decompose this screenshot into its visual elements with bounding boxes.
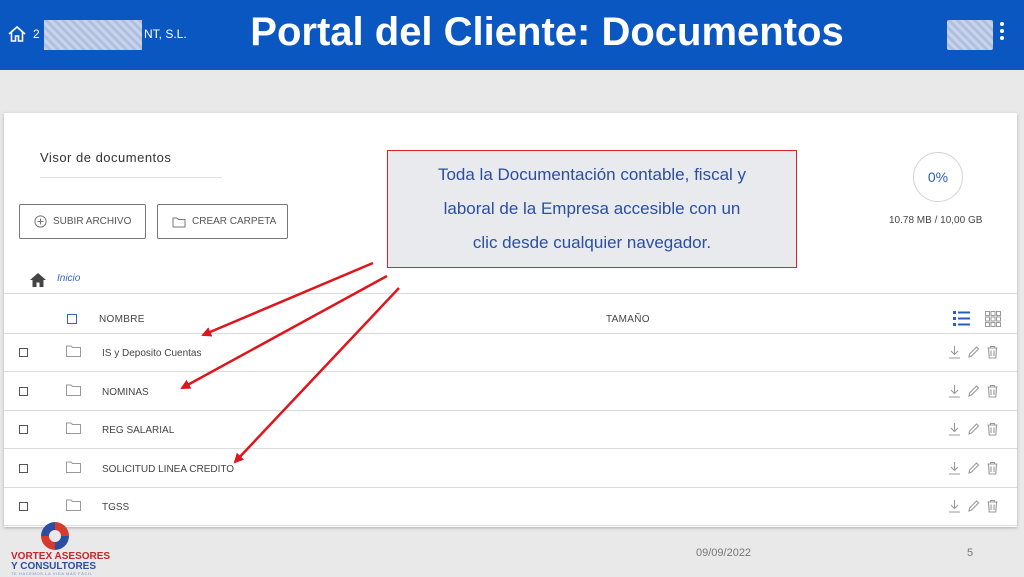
footer-date: 09/09/2022 — [696, 547, 752, 559]
table-row[interactable]: IS y Deposito Cuentas — [4, 334, 1017, 372]
list-view-icon[interactable] — [953, 310, 970, 327]
row-checkbox[interactable] — [19, 502, 28, 511]
callout-line-3: clic desde cualquier navegador. — [472, 233, 712, 252]
viewer-title: Visor de documentos — [40, 150, 172, 165]
create-folder-label: CREAR CARPETA — [192, 216, 277, 227]
download-icon[interactable] — [948, 345, 961, 359]
download-icon[interactable] — [948, 499, 961, 513]
table-row[interactable]: REG SALARIAL — [4, 411, 1017, 449]
folder-icon — [66, 499, 81, 511]
page-number: 5 — [967, 547, 974, 559]
folder-icon — [66, 384, 81, 396]
row-divider — [4, 525, 1017, 526]
upload-file-label: SUBIR ARCHIVO — [53, 216, 132, 227]
file-name[interactable]: SOLICITUD LINEA CREDITO — [102, 464, 234, 475]
upload-file-button[interactable]: SUBIR ARCHIVO — [19, 204, 146, 239]
edit-pencil-icon[interactable] — [967, 499, 980, 513]
column-header-name[interactable]: NOMBRE — [99, 314, 145, 325]
row-checkbox[interactable] — [19, 387, 28, 396]
kebab-menu-icon[interactable] — [999, 22, 1005, 42]
grid-view-icon[interactable] — [985, 311, 1001, 327]
breadcrumb-home-icon[interactable] — [29, 272, 47, 288]
folder-icon — [66, 461, 81, 473]
redacted-avatar[interactable] — [947, 20, 993, 50]
trash-icon[interactable] — [986, 499, 999, 513]
annotation-callout: Toda la Documentación contable, fiscal y… — [387, 150, 797, 268]
trash-icon[interactable] — [986, 461, 999, 475]
file-name[interactable]: REG SALARIAL — [102, 425, 174, 436]
row-checkbox[interactable] — [19, 464, 28, 473]
row-divider — [4, 448, 1017, 449]
edit-pencil-icon[interactable] — [967, 422, 980, 436]
trash-icon[interactable] — [986, 345, 999, 359]
file-name[interactable]: NOMINAS — [102, 387, 149, 398]
table-row[interactable]: TGSS — [4, 488, 1017, 526]
callout-line-1: Toda la Documentación contable, fiscal y — [437, 165, 747, 184]
create-folder-button[interactable]: CREAR CARPETA — [157, 204, 288, 239]
header-bar: 2 NT, S.L. Portal del Cliente: Documento… — [0, 0, 1024, 70]
storage-usage-gauge: 0% — [913, 152, 963, 202]
edit-pencil-icon[interactable] — [967, 345, 980, 359]
folder-icon — [66, 345, 81, 357]
download-icon[interactable] — [948, 384, 961, 398]
select-all-checkbox[interactable] — [67, 314, 77, 324]
breadcrumb-home-link[interactable]: Inicio — [57, 273, 80, 284]
download-icon[interactable] — [948, 461, 961, 475]
file-name[interactable]: IS y Deposito Cuentas — [102, 348, 202, 359]
divider — [4, 293, 1017, 294]
table-row[interactable]: NOMINAS — [4, 373, 1017, 411]
table-row[interactable]: SOLICITUD LINEA CREDITO — [4, 450, 1017, 488]
page-title: Portal del Cliente: Documentos — [250, 10, 844, 54]
trash-icon[interactable] — [986, 422, 999, 436]
divider — [40, 177, 222, 178]
storage-usage-text: 10.78 MB / 10,00 GB — [889, 215, 983, 226]
download-icon[interactable] — [948, 422, 961, 436]
folder-icon — [172, 217, 186, 227]
row-checkbox[interactable] — [19, 425, 28, 434]
callout-line-2: laboral de la Empresa accesible con un — [443, 199, 741, 218]
edit-pencil-icon[interactable] — [967, 384, 980, 398]
row-divider — [4, 371, 1017, 372]
column-header-size[interactable]: TAMAÑO — [606, 314, 650, 325]
trash-icon[interactable] — [986, 384, 999, 398]
folder-icon — [66, 422, 81, 434]
vortex-logo-icon — [41, 522, 69, 550]
brand-tagline: TE HACEMOS LA VIDA MÁS FÁCIL — [11, 571, 93, 576]
row-checkbox[interactable] — [19, 348, 28, 357]
file-name[interactable]: TGSS — [102, 502, 129, 513]
plus-circle-icon — [34, 215, 47, 228]
edit-pencil-icon[interactable] — [967, 461, 980, 475]
